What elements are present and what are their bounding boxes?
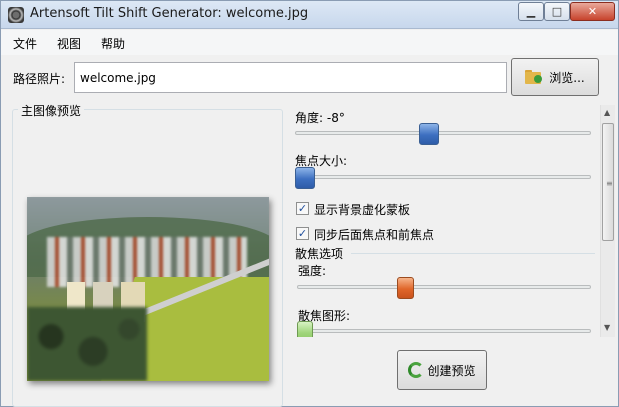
focus-size-slider-thumb[interactable] (295, 167, 315, 189)
scroll-up-icon[interactable]: ▲ (604, 108, 610, 117)
bokeh-shape-slider-thumb[interactable] (297, 321, 313, 337)
menu-bar: 文件 视图 帮助 (1, 30, 618, 55)
photo-path-input[interactable] (74, 62, 507, 93)
show-blur-mask-label: 显示背景虚化蒙板 (314, 203, 411, 217)
folder-open-icon (525, 70, 543, 84)
strength-label: 强度: (298, 264, 327, 278)
angle-slider-track[interactable] (295, 131, 591, 135)
photo-path-label: 路径照片: (13, 72, 66, 86)
refresh-icon (408, 362, 425, 378)
bokeh-options-group-title: 散焦选项 (295, 247, 344, 261)
strength-slider-track[interactable] (297, 285, 591, 289)
create-preview-button[interactable]: 创建预览 (397, 350, 487, 390)
window-title: Artensoft Tilt Shift Generator: welcome.… (30, 6, 309, 21)
bokeh-group-border (351, 253, 595, 254)
browse-button[interactable]: 浏览... (511, 58, 599, 96)
menu-help[interactable]: 帮助 (101, 35, 125, 52)
minimize-button[interactable]: ▁ (518, 2, 544, 21)
app-window: Artensoft Tilt Shift Generator: welcome.… (0, 0, 619, 407)
bokeh-shape-slider-track[interactable] (297, 329, 591, 333)
sync-focus-checkbox[interactable]: ✓ (296, 227, 309, 240)
strength-slider-thumb[interactable] (396, 277, 414, 299)
focus-size-slider-track[interactable] (295, 175, 591, 179)
maximize-button[interactable]: □ (544, 2, 570, 21)
angle-label: 角度: -8° (295, 111, 345, 125)
preview-group-title: 主图像预览 (18, 102, 85, 119)
title-bar: Artensoft Tilt Shift Generator: welcome.… (1, 1, 618, 29)
close-button[interactable]: ✕ (570, 2, 615, 21)
create-preview-label: 创建预览 (427, 363, 476, 378)
menu-view[interactable]: 视图 (57, 35, 81, 52)
settings-scrollbar[interactable]: ▲ ≡ ▼ (600, 105, 615, 337)
sync-focus-label: 同步后面焦点和前焦点 (314, 228, 435, 242)
app-logo-icon (8, 7, 24, 23)
menu-file[interactable]: 文件 (13, 35, 37, 52)
scroll-down-icon[interactable]: ▼ (604, 323, 610, 332)
grip-icon: ≡ (606, 179, 613, 188)
scrollbar-thumb[interactable]: ≡ (602, 123, 614, 241)
browse-button-label: 浏览... (549, 70, 585, 85)
angle-slider-thumb[interactable] (419, 123, 440, 145)
settings-panel: 角度: -8° 焦点大小: ✓ 显示背景虚化蒙板 ✓ 同步后面焦点和前焦点 散焦… (291, 105, 598, 337)
preview-image[interactable] (27, 197, 269, 381)
show-blur-mask-checkbox[interactable]: ✓ (296, 202, 309, 215)
